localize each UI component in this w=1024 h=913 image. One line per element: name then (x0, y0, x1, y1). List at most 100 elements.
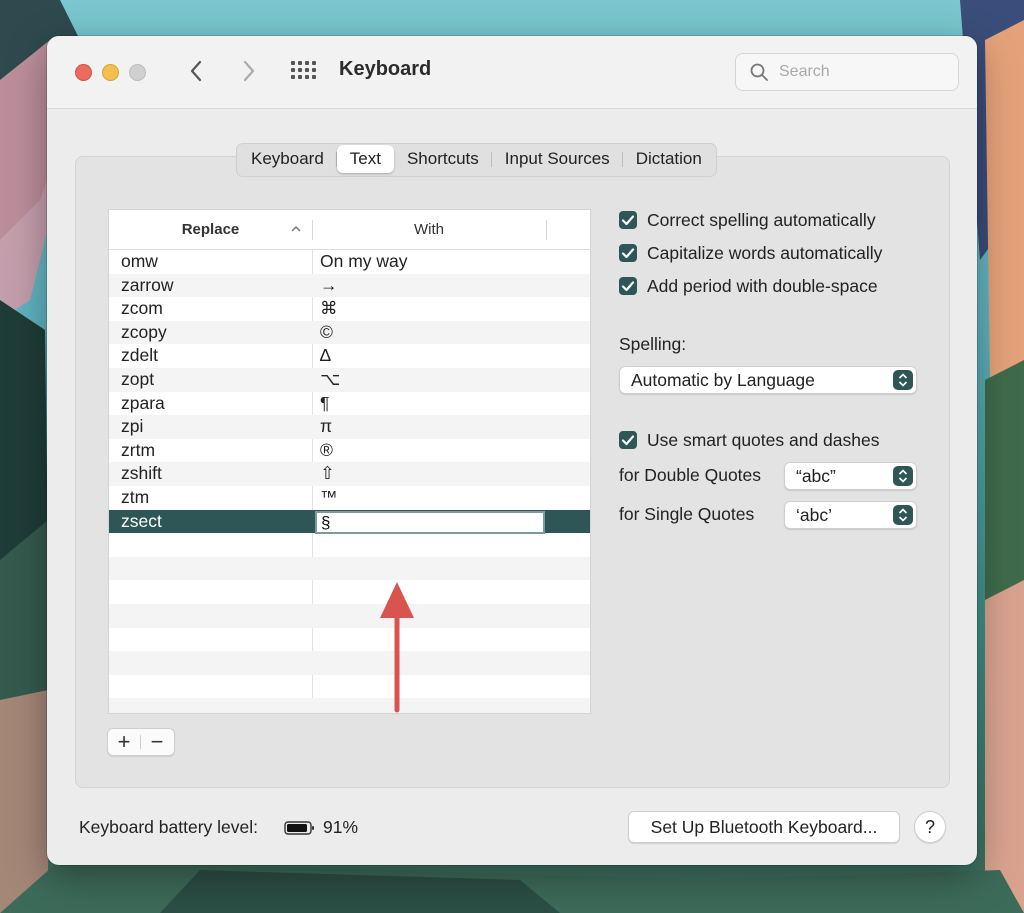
window-title: Keyboard (339, 58, 432, 80)
single-quotes-popup[interactable]: ‘abc’ (784, 501, 917, 529)
add-period-option[interactable]: Add period with double-space (619, 274, 878, 298)
back-button[interactable] (184, 58, 210, 84)
title-bar: Keyboard (47, 36, 977, 109)
with-cell: ∆ (320, 345, 331, 366)
battery-level-value: 91% (323, 817, 359, 837)
table-row[interactable]: omw On my way (109, 250, 590, 274)
empty-row (109, 698, 590, 713)
with-cell-editor[interactable]: § (315, 510, 545, 534)
search-input[interactable] (777, 60, 951, 84)
text-replacement-table: Replace With omw On my way zarrow → zcom ⌘ … (108, 209, 591, 714)
spelling-popup[interactable]: Automatic by Language (619, 366, 917, 394)
correct-spelling-checkbox[interactable] (619, 211, 637, 229)
capitalize-words-checkbox[interactable] (619, 244, 637, 262)
with-cell: ⌥ (320, 368, 341, 389)
table-rows: omw On my way zarrow → zcom ⌘ zcopy © zdelt ∆… (109, 250, 590, 713)
checkmark-icon (621, 248, 635, 259)
table-row[interactable]: zpi π (109, 415, 590, 439)
replace-cell: zcopy (121, 321, 167, 342)
annotation-arrow (380, 582, 414, 713)
zoom-button[interactable] (129, 64, 146, 81)
table-row[interactable]: zarrow → (109, 273, 590, 298)
chevron-left-icon (190, 60, 202, 82)
battery-fill (287, 824, 307, 832)
table-row[interactable]: zshift ⇧ (109, 462, 590, 486)
add-period-checkbox[interactable] (619, 277, 637, 295)
table-row[interactable]: zrtm ® (109, 439, 590, 463)
tab-input-sources[interactable]: Input Sources (492, 145, 623, 173)
replace-cell: zopt (121, 368, 155, 389)
tab-shortcuts[interactable]: Shortcuts (394, 145, 492, 173)
with-cell: → (320, 274, 338, 295)
add-button[interactable]: + (108, 729, 140, 755)
empty-row (109, 556, 590, 581)
add-period-label: Add period with double-space (647, 275, 878, 296)
checkmark-icon (621, 281, 635, 292)
replace-cell: zarrow (121, 274, 174, 295)
capitalize-words-option[interactable]: Capitalize words automatically (619, 241, 882, 265)
replace-cell: zsect (121, 510, 162, 531)
empty-row (109, 628, 590, 652)
checkmark-icon (621, 435, 635, 446)
search-field[interactable] (735, 53, 959, 91)
forward-button[interactable] (235, 58, 261, 84)
replace-cell: omw (121, 251, 158, 271)
spelling-label: Spelling: (619, 334, 687, 354)
correct-spelling-option[interactable]: Correct spelling automatically (619, 208, 876, 232)
with-cell: ⌘ (320, 298, 338, 319)
setup-bluetooth-keyboard-button[interactable]: Set Up Bluetooth Keyboard... (628, 811, 900, 843)
double-quotes-label: for Double Quotes (619, 465, 762, 485)
preferences-window: Keyboard Keyboard Text Shortcuts Input S… (47, 36, 977, 865)
remove-button[interactable]: − (141, 729, 173, 755)
replace-cell: zpara (121, 392, 165, 413)
table-header: Replace With (109, 210, 590, 250)
double-quotes-value: “abc” (796, 466, 836, 486)
with-cell: ⇧ (320, 463, 335, 484)
popup-stepper-icon (893, 505, 913, 525)
header-divider (546, 220, 547, 240)
table-row[interactable]: zpara ¶ (109, 392, 590, 416)
smart-quotes-label: Use smart quotes and dashes (647, 429, 880, 450)
add-remove-control: + − (107, 728, 175, 756)
tab-dictation[interactable]: Dictation (623, 145, 715, 173)
table-row[interactable]: ztm ™ (109, 486, 590, 510)
smart-quotes-checkbox[interactable] (619, 431, 637, 449)
minimize-button[interactable] (102, 64, 119, 81)
popup-stepper-icon (893, 370, 913, 390)
smart-quotes-option[interactable]: Use smart quotes and dashes (619, 428, 880, 452)
tab-keyboard[interactable]: Keyboard (238, 145, 337, 173)
replace-cell: zrtm (121, 439, 156, 460)
help-button[interactable]: ? (914, 811, 946, 843)
empty-row (109, 603, 590, 628)
correct-spelling-label: Correct spelling automatically (647, 209, 876, 230)
table-row-selected[interactable]: zsect § (109, 509, 590, 534)
with-cell: π (320, 416, 333, 437)
spelling-value: Automatic by Language (631, 370, 815, 390)
chevron-right-icon (243, 60, 255, 82)
popup-stepper-icon (893, 466, 913, 486)
replace-cell: zpi (121, 416, 144, 437)
with-cell: ® (320, 439, 333, 460)
battery-icon (284, 821, 314, 835)
close-button[interactable] (75, 64, 92, 81)
replace-cell: zdelt (121, 345, 158, 366)
empty-row (109, 580, 590, 604)
double-quotes-popup[interactable]: “abc” (784, 462, 917, 490)
with-cell: On my way (320, 251, 408, 271)
with-cell: © (320, 321, 333, 342)
show-all-button[interactable] (291, 61, 317, 81)
table-row[interactable]: zcopy © (109, 320, 590, 345)
replace-cell: ztm (121, 486, 150, 507)
table-row[interactable]: zdelt ∆ (109, 344, 590, 368)
empty-row (109, 533, 590, 557)
single-quotes-value: ‘abc’ (796, 505, 832, 525)
replace-column-header[interactable]: Replace (109, 210, 312, 249)
with-column-header[interactable]: With (313, 210, 545, 249)
with-cell: ™ (320, 486, 338, 507)
capitalize-words-label: Capitalize words automatically (647, 242, 883, 263)
grid-icon (291, 61, 316, 79)
table-row[interactable]: zopt ⌥ (109, 367, 590, 392)
table-row[interactable]: zcom ⌘ (109, 297, 590, 321)
tab-text[interactable]: Text (336, 145, 394, 173)
replace-cell: zcom (121, 298, 163, 319)
